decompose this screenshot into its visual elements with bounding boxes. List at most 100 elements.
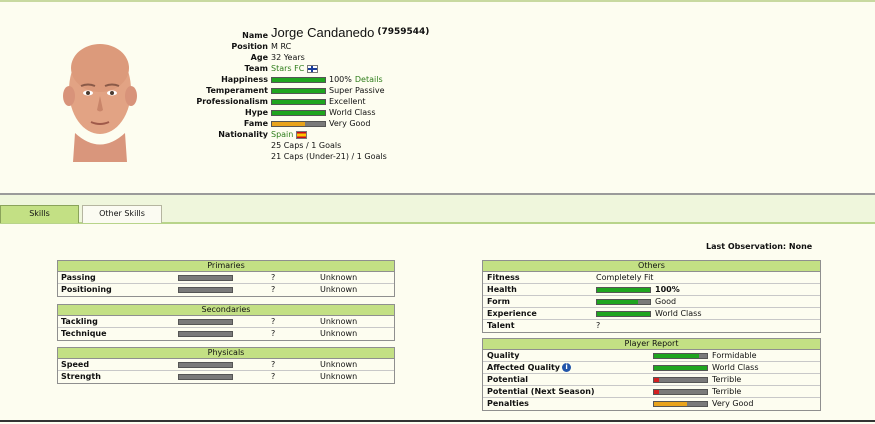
potential-next-bar [653, 389, 708, 395]
skill-label: Strength [61, 372, 101, 381]
quality-row: Quality Formidable [483, 350, 820, 362]
skill-status: Unknown [320, 285, 358, 294]
quality-bar [653, 353, 708, 359]
experience-label: Experience [487, 309, 537, 318]
talent-value: ? [596, 321, 601, 330]
skill-row: Tackling ? Unknown [58, 316, 394, 328]
skill-label: Positioning [61, 285, 112, 294]
form-value: Good [655, 297, 677, 306]
penalties-row: Penalties Very Good [483, 398, 820, 410]
potential-bar-fill [654, 378, 660, 382]
happiness-details-link[interactable]: Details [355, 74, 383, 85]
team-label: Team [244, 64, 268, 73]
health-bar [596, 287, 651, 293]
form-row: Form Good [483, 296, 820, 308]
team-row: Team Stars FC [188, 63, 319, 74]
skill-row: Strength ? Unknown [58, 371, 394, 383]
form-label: Form [487, 297, 510, 306]
professionalism-value: Excellent [329, 97, 366, 106]
potential-label: Potential [487, 375, 529, 384]
form-bar [596, 299, 651, 305]
primaries-title: Primaries [58, 261, 394, 272]
skill-value: ? [271, 372, 276, 381]
potential-value: Terrible [712, 375, 742, 384]
hype-bar-fill [272, 110, 325, 115]
last-observation: Last Observation: None [706, 242, 813, 251]
temperament-bar [271, 87, 326, 94]
penalties-label: Penalties [487, 399, 529, 408]
penalties-bar [653, 401, 708, 407]
caps-value: 25 Caps / 1 Goals [271, 141, 342, 150]
physicals-title: Physicals [58, 348, 394, 359]
skill-value: ? [271, 285, 276, 294]
physicals-panel: Physicals Speed ? Unknown Strength ? Unk… [57, 347, 395, 384]
temperament-row: Temperament Super Passive [188, 85, 385, 96]
finland-flag-icon [307, 64, 319, 73]
skill-label: Speed [61, 360, 90, 369]
age-row: Age 32 Years [188, 52, 305, 63]
fame-bar-fill [272, 121, 305, 126]
position-value: M RC [271, 42, 292, 51]
potential-next-bar-fill [654, 390, 660, 394]
player-face-image [63, 44, 137, 162]
info-icon[interactable]: i [562, 363, 572, 372]
skill-bar [178, 319, 233, 325]
skill-bar [178, 374, 233, 380]
hype-label: Hype [244, 108, 268, 117]
fame-value: Very Good [329, 119, 371, 128]
skill-status: Unknown [320, 317, 358, 326]
team-link[interactable]: Stars FC [271, 63, 304, 74]
professionalism-bar-fill [272, 99, 325, 104]
caps-row: 25 Caps / 1 Goals [188, 140, 341, 151]
skill-status: Unknown [320, 329, 358, 338]
skill-status: Unknown [320, 372, 358, 381]
player-name: Jorge Candanedo [271, 25, 375, 40]
spain-flag-icon [296, 130, 308, 139]
quality-bar-fill [654, 354, 700, 358]
happiness-label: Happiness [221, 75, 268, 84]
tab-other-skills[interactable]: Other Skills [82, 205, 162, 223]
name-row: Name Jorge Candanedo (7959544) [188, 26, 429, 40]
skill-value: ? [271, 317, 276, 326]
potential-row: Potential Terrible [483, 374, 820, 386]
talent-label: Talent [487, 321, 515, 330]
affected-quality-bar-fill [654, 366, 707, 370]
talent-row: Talent ? [483, 320, 820, 332]
experience-bar-fill [597, 312, 650, 316]
affected-quality-label: Affected Quality [487, 363, 561, 372]
skill-value: ? [271, 273, 276, 282]
hype-row: Hype World Class [188, 107, 376, 118]
hype-bar [271, 109, 326, 116]
nationality-row: Nationality Spain [188, 129, 308, 140]
skill-row: Speed ? Unknown [58, 359, 394, 371]
tab-skills[interactable]: Skills [0, 205, 79, 223]
skill-status: Unknown [320, 360, 358, 369]
health-value: 100% [655, 285, 680, 294]
skill-value: ? [271, 329, 276, 338]
skill-label: Passing [61, 273, 96, 282]
others-panel: Others Fitness Completely Fit Health 100… [482, 260, 821, 333]
fame-label: Fame [243, 119, 268, 128]
temperament-value: Super Passive [329, 86, 385, 95]
nationality-link[interactable]: Spain [271, 129, 293, 140]
skill-bar [178, 287, 233, 293]
health-bar-fill [597, 288, 650, 292]
penalties-value: Very Good [712, 399, 754, 408]
experience-bar [596, 311, 651, 317]
skill-status: Unknown [320, 273, 358, 282]
secondaries-title: Secondaries [58, 305, 394, 316]
skill-row: Passing ? Unknown [58, 272, 394, 284]
hype-value: World Class [329, 108, 376, 117]
experience-row: Experience World Class [483, 308, 820, 320]
professionalism-row: Professionalism Excellent [188, 96, 365, 107]
secondaries-panel: Secondaries Tackling ? Unknown Technique… [57, 304, 395, 341]
position-label: Position [231, 42, 268, 51]
player-report-title: Player Report [483, 339, 820, 350]
caps-u21-value: 21 Caps (Under-21) / 1 Goals [271, 152, 387, 161]
fitness-label: Fitness [487, 273, 520, 282]
professionalism-label: Professionalism [196, 97, 268, 106]
nationality-label: Nationality [218, 130, 268, 139]
fame-row: Fame Very Good [188, 118, 371, 129]
player-id: (7959544) [377, 27, 430, 37]
skill-row: Positioning ? Unknown [58, 284, 394, 296]
